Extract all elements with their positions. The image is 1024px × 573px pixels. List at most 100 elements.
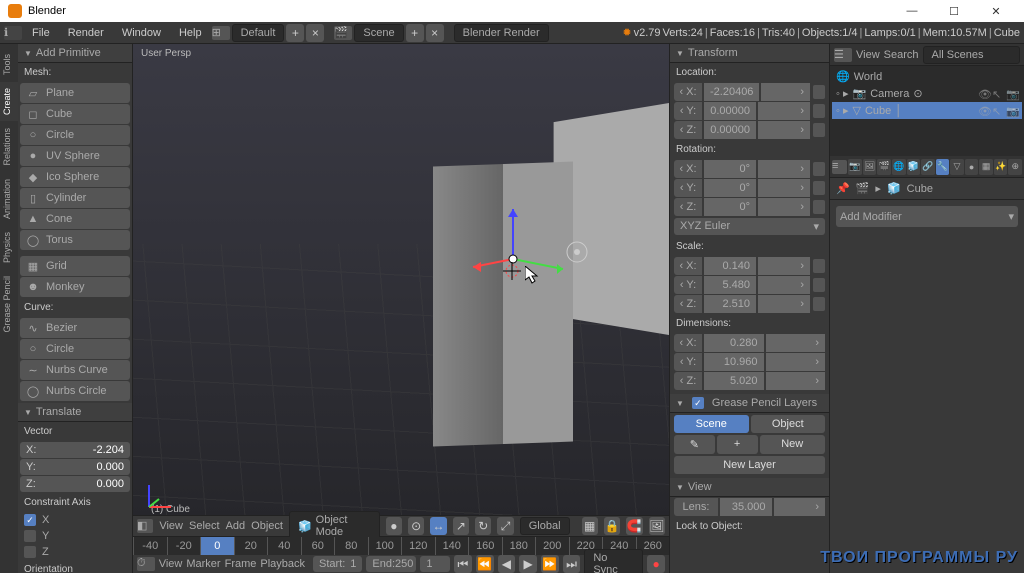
vp-menu-select[interactable]: Select	[189, 520, 220, 532]
constraint-x[interactable]: ✓X	[18, 512, 132, 528]
frame-current[interactable]: 1	[420, 556, 450, 572]
scl-y[interactable]: ‹ Y:5.480›	[674, 276, 825, 294]
curve-circle[interactable]: ○Circle	[20, 339, 130, 359]
primitive-icosphere[interactable]: ◆Ico Sphere	[20, 167, 130, 187]
jump-start-icon[interactable]: ⏮	[454, 555, 472, 573]
primitive-monkey[interactable]: ☻Monkey	[20, 277, 130, 297]
frame-end[interactable]: End:250	[366, 556, 416, 572]
tab-material-icon[interactable]: ●	[965, 159, 979, 175]
tl-menu-playback[interactable]: Playback	[260, 558, 305, 570]
cursor-icon[interactable]: ↖	[992, 105, 1004, 117]
lock-icon[interactable]	[813, 181, 825, 195]
lock-icon[interactable]	[813, 278, 825, 292]
maximize-button[interactable]: ☐	[934, 0, 974, 22]
primitive-plane[interactable]: ▱Plane	[20, 83, 130, 103]
primitive-cylinder[interactable]: ▯Cylinder	[20, 188, 130, 208]
pin-icon[interactable]: 📌	[836, 182, 850, 195]
rot-z[interactable]: ‹ Z:0°›	[674, 198, 825, 216]
gp-newlayer-button[interactable]: New Layer	[674, 456, 825, 474]
vp-menu-object[interactable]: Object	[251, 520, 283, 532]
tl-menu-view[interactable]: View	[159, 558, 183, 570]
gp-object-button[interactable]: Object	[751, 415, 826, 433]
layout-selector[interactable]: Default	[232, 24, 285, 42]
cursor-icon[interactable]: ↖	[992, 88, 1004, 100]
tab-physics[interactable]: Physics	[0, 226, 18, 269]
curve-bezier[interactable]: ∿Bezier	[20, 318, 130, 338]
manipulator-button[interactable]: ↔	[430, 517, 446, 535]
menu-window[interactable]: Window	[114, 25, 169, 41]
transform-gizmo[interactable]	[453, 199, 573, 319]
primitive-torus[interactable]: ◯Torus	[20, 230, 130, 250]
eye-icon[interactable]: 👁	[978, 105, 990, 117]
add-primitive-header[interactable]: ▼Add Primitive	[18, 44, 132, 63]
scene-add-button[interactable]: +	[406, 24, 424, 42]
sync-selector[interactable]: No Sync	[584, 549, 643, 573]
menu-help[interactable]: Help	[171, 25, 210, 41]
loc-x[interactable]: ‹ X:-2.20406›	[674, 83, 825, 101]
curve-nurbs[interactable]: ∼Nurbs Curve	[20, 360, 130, 380]
play-reverse-icon[interactable]: ◀	[498, 555, 516, 573]
view-panel-header[interactable]: ▼View	[670, 478, 829, 497]
orientation-selector[interactable]: Global	[520, 517, 570, 535]
render-preview-icon[interactable]: 🖼	[649, 517, 665, 535]
outliner[interactable]: 🌐World ◦ ▸📷Camera⊙👁↖📷 ◦ ▸▽Cube│👁↖📷	[830, 66, 1024, 156]
tl-menu-marker[interactable]: Marker	[186, 558, 220, 570]
primitive-circle[interactable]: ○Circle	[20, 125, 130, 145]
curve-nurbs-circle[interactable]: ◯Nurbs Circle	[20, 381, 130, 401]
transform-panel-header[interactable]: ▼Transform	[670, 44, 829, 63]
scene-remove-button[interactable]: ×	[426, 24, 444, 42]
menu-file[interactable]: File	[24, 25, 58, 41]
dim-y[interactable]: ‹ Y:10.960›	[674, 353, 825, 371]
lock-icon[interactable]	[813, 200, 825, 214]
rot-x[interactable]: ‹ X:0°›	[674, 160, 825, 178]
tab-render-icon[interactable]: 📷	[848, 159, 862, 175]
tab-create[interactable]: Create	[0, 82, 18, 121]
checkbox-icon[interactable]: ✓	[692, 397, 704, 409]
eye-icon[interactable]: 👁	[978, 88, 990, 100]
layers-button[interactable]: ▦	[582, 517, 598, 535]
tab-object-icon[interactable]: 🧊	[907, 159, 921, 175]
loc-y[interactable]: ‹ Y:0.00000›	[674, 102, 825, 120]
tab-texture-icon[interactable]: ▦	[979, 159, 993, 175]
outliner-filter[interactable]: All Scenes	[923, 46, 1020, 64]
primitive-cube[interactable]: ◻Cube	[20, 104, 130, 124]
outliner-world[interactable]: 🌐World	[832, 68, 1022, 85]
scene-selector[interactable]: Scene	[354, 24, 403, 42]
manipulator-rotate-icon[interactable]: ↻	[475, 517, 491, 535]
rotation-mode[interactable]: XYZ Euler▾	[674, 218, 825, 235]
outliner-editor-icon[interactable]: ☰	[834, 48, 852, 62]
lock-icon[interactable]	[813, 259, 825, 273]
tab-animation[interactable]: Animation	[0, 173, 18, 225]
outliner-cube[interactable]: ◦ ▸▽Cube│👁↖📷	[832, 102, 1022, 119]
gp-new-button[interactable]: New	[760, 435, 826, 454]
vp-menu-add[interactable]: Add	[226, 520, 246, 532]
manipulator-translate-icon[interactable]: ↗	[453, 517, 469, 535]
translate-y[interactable]: Y:0.000	[20, 459, 130, 475]
gp-add-icon[interactable]: +	[717, 435, 758, 454]
keyframe-prev-icon[interactable]: ⏪	[476, 555, 494, 573]
tl-menu-frame[interactable]: Frame	[225, 558, 257, 570]
snap-icon[interactable]: 🧲	[626, 517, 642, 535]
translate-header[interactable]: ▼Translate	[18, 403, 132, 422]
autokey-icon[interactable]: ●	[647, 555, 665, 573]
screen-layout-icon[interactable]: ⊞	[212, 26, 230, 40]
tab-physics-icon[interactable]: ⊕	[1008, 159, 1022, 175]
gp-pencil-icon[interactable]: ✎	[674, 435, 715, 454]
lens-field[interactable]: Lens:35.000›	[674, 498, 825, 516]
tab-relations[interactable]: Relations	[0, 122, 18, 172]
primitive-cone[interactable]: ▲Cone	[20, 209, 130, 229]
tab-tools[interactable]: Tools	[0, 48, 18, 81]
outliner-view[interactable]: View	[856, 49, 880, 61]
lock-icon[interactable]	[813, 162, 825, 176]
tab-world-icon[interactable]: 🌐	[892, 159, 906, 175]
outliner-search[interactable]: Search	[884, 49, 919, 61]
tab-constraints-icon[interactable]: 🔗	[921, 159, 935, 175]
scl-z[interactable]: ‹ Z:2.510›	[674, 295, 825, 313]
gp-scene-button[interactable]: Scene	[674, 415, 749, 433]
tab-renderlayers-icon[interactable]: 🖼	[863, 159, 877, 175]
minimize-button[interactable]: —	[892, 0, 932, 22]
layout-remove-button[interactable]: ×	[306, 24, 324, 42]
dim-x[interactable]: ‹ X:0.280›	[674, 334, 825, 352]
tab-scene-icon[interactable]: 🎬	[877, 159, 891, 175]
3d-viewport[interactable]: User Persp (1) Cube ◧ View Select Add Ob…	[133, 44, 669, 573]
